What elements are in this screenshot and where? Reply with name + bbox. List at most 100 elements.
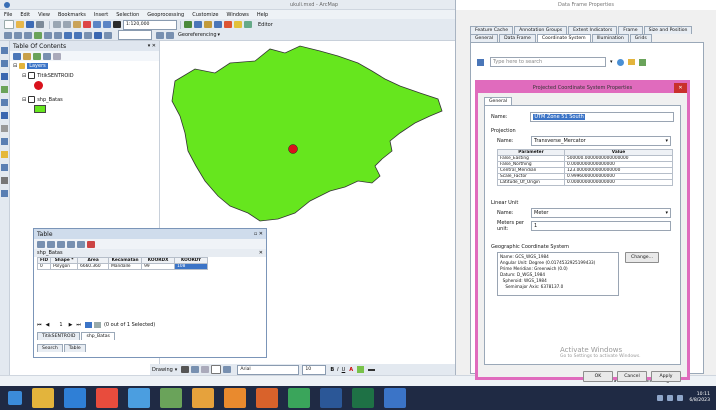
save-icon[interactable] [26,21,34,28]
pin-close-icon[interactable]: ▾ ✕ [148,43,156,49]
globe-icon[interactable] [616,58,624,66]
excel-icon[interactable] [352,388,374,408]
close-table-icon[interactable]: ✕ [259,250,263,256]
list-by-drawing-order-icon[interactable] [13,52,21,60]
text-tool-icon[interactable] [211,365,222,374]
list-by-source-icon[interactable] [23,52,31,60]
table-cell[interactable]: 108 [174,263,209,270]
zoom-in-icon[interactable] [1,47,8,54]
menu-insert[interactable]: Insert [94,12,108,18]
find-icon[interactable] [1,125,8,132]
collapse-icon[interactable]: ⊟ [22,73,26,79]
select-elements-icon[interactable] [181,366,190,373]
menu-file[interactable]: File [4,12,12,18]
word-icon[interactable] [320,388,342,408]
volume-icon[interactable] [667,395,674,401]
file-explorer-icon[interactable] [32,388,54,408]
open-icon[interactable] [16,21,24,28]
font-combo[interactable]: Arial [237,364,300,375]
georef-layer-icon[interactable] [156,31,164,39]
delete-selected-icon[interactable] [87,240,95,248]
hyperlink-icon[interactable] [1,151,8,158]
meters-per-unit-input[interactable]: 1 [531,221,671,231]
layer-name[interactable]: TitikSENTROID [37,73,73,79]
record-number[interactable]: 1 [59,322,62,328]
bold-button[interactable]: B [330,367,334,373]
toc-options-icon[interactable] [53,52,61,60]
add-folder-icon[interactable] [627,59,635,65]
menu-view[interactable]: View [38,12,50,18]
toc-layer-batas[interactable]: ⊟ shp_Batas [22,96,159,103]
pan-icon[interactable] [1,73,8,80]
table-cell[interactable]: 6660.360 [77,263,110,270]
paste-icon[interactable] [73,21,81,28]
list-by-visibility-icon[interactable] [33,52,41,60]
python-icon[interactable] [234,21,242,28]
tab-coordinate-system[interactable]: Coordinate System [536,34,591,42]
edge-icon[interactable] [64,388,86,408]
tab-feature-cache[interactable]: Feature Cache [470,26,514,34]
menu-selection[interactable]: Selection [116,12,139,18]
parameter-row[interactable]: Latitude_Of_Origin 0.0000000000000000 [497,179,673,186]
zoom-in-icon[interactable] [4,31,12,39]
identify-icon[interactable] [94,31,102,39]
new-icon[interactable] [4,20,14,29]
list-by-selection-icon[interactable] [43,52,51,60]
forward-extent-icon[interactable] [74,31,82,39]
battery-icon[interactable] [677,395,684,401]
time-slider-icon[interactable] [1,177,8,184]
pan-icon[interactable] [24,31,32,39]
editor-toolbar-icon[interactable] [184,21,192,28]
zoom-out-icon[interactable] [1,60,8,67]
fill-color-icon[interactable] [223,366,232,373]
layer-name[interactable]: shp_Batas [37,97,63,103]
paint-icon[interactable] [192,388,214,408]
layer-visibility-checkbox[interactable] [28,96,36,103]
arctoolbox-icon[interactable] [224,21,232,28]
underline-button[interactable]: U [342,367,346,373]
toc-icon[interactable] [194,21,202,28]
table-options-icon[interactable] [37,240,45,248]
collapse-icon[interactable]: ⊟ [13,63,17,69]
back-extent-icon[interactable] [64,31,72,39]
column-header[interactable]: Kecamatan [108,257,143,264]
tab-grids[interactable]: Grids [629,34,652,42]
tab-illumination[interactable]: Illumination [591,34,629,42]
menu-edit[interactable]: Edit [20,12,30,18]
first-record-icon[interactable]: ⏮ [37,322,42,328]
select-by-attributes-icon[interactable] [57,240,65,248]
layers-label[interactable]: Layers [27,63,48,69]
unit-select[interactable]: Meter ▾ [531,208,671,218]
tab-data-frame[interactable]: Data Frame [499,34,536,42]
tab-size-position[interactable]: Size and Position [643,26,693,34]
print-icon[interactable] [36,21,44,28]
layer-combo[interactable] [118,30,152,40]
table-cell[interactable]: 0 [36,263,52,270]
parameter-value[interactable]: 0.0000000000000000 [564,179,673,186]
media-icon[interactable] [288,388,310,408]
menu-geoprocessing[interactable]: Geoprocessing [147,12,184,18]
italic-button[interactable]: I [337,367,338,373]
add-data-icon[interactable] [113,21,121,28]
rotate-icon[interactable] [191,366,200,373]
add-coordinate-icon[interactable] [638,58,646,66]
tab-frame[interactable]: Frame [618,26,643,34]
font-size-combo[interactable]: 10 [302,364,327,375]
prev-record-icon[interactable]: ◀ [46,322,50,328]
filter-icon[interactable] [477,58,484,66]
table-cell[interactable]: 99 [141,263,176,270]
table-row[interactable]: 0 Polygon 6660.360 Mandalle 99 108 [36,263,209,270]
select-icon[interactable] [1,99,8,106]
polygon-symbol-icon[interactable] [34,105,46,113]
tab-annotation-groups[interactable]: Annotation Groups [514,26,568,34]
ok-button[interactable]: OK [583,371,613,382]
toc-layer-titik[interactable]: ⊟ TitikSENTROID [22,72,159,79]
model-builder-icon[interactable] [244,21,252,28]
collapse-icon[interactable]: ⊟ [22,97,26,103]
point-symbol-icon[interactable] [34,81,43,90]
cancel-button[interactable]: Cancel [617,371,647,382]
menu-help[interactable]: Help [257,12,268,18]
windows-start-icon[interactable] [8,391,22,405]
rectangle-icon[interactable] [201,366,210,373]
pcs-name-input[interactable]: UTM Zone 51 South [530,112,674,122]
